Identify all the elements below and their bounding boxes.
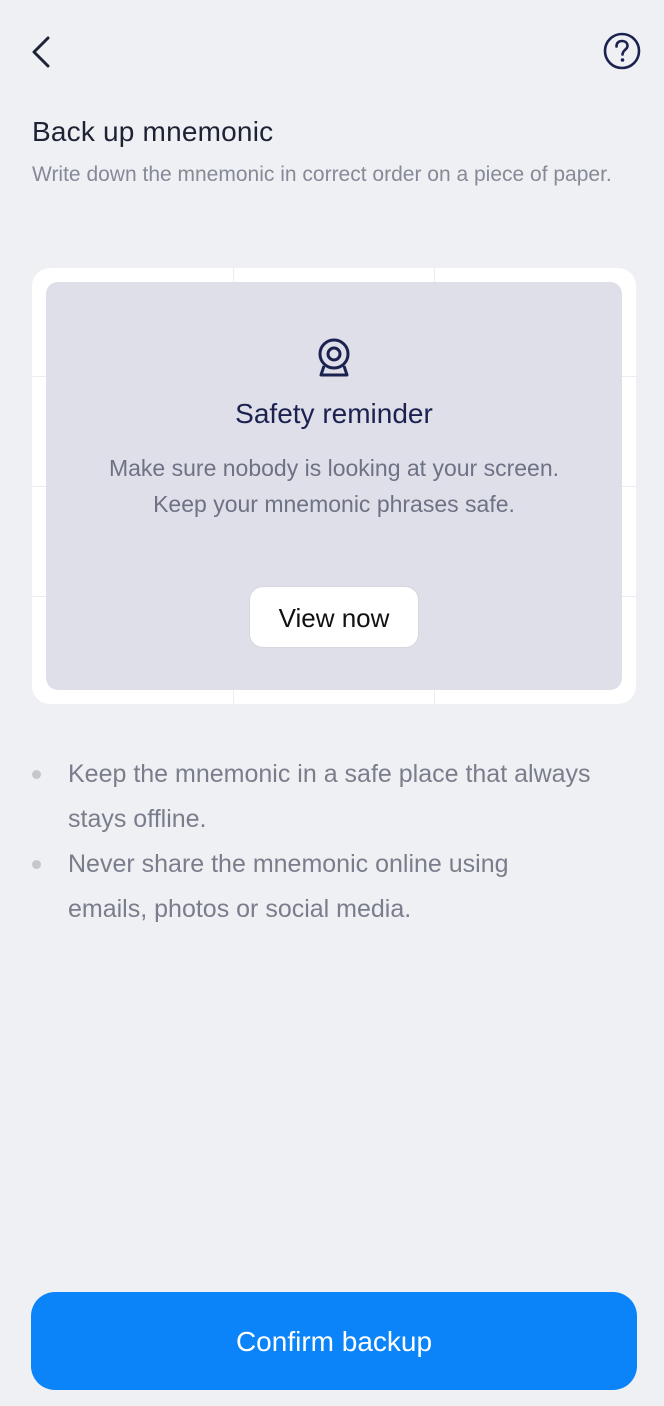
tip-item: Never share the mnemonic online using em… bbox=[32, 842, 592, 932]
tips-list: Keep the mnemonic in a safe place that a… bbox=[32, 752, 592, 932]
view-now-button[interactable]: View now bbox=[249, 586, 419, 648]
webcam-icon bbox=[314, 336, 354, 380]
tip-text: Keep the mnemonic in a safe place that a… bbox=[68, 760, 591, 833]
mnemonic-card: Safety reminder Make sure nobody is look… bbox=[32, 268, 636, 704]
page-title: Back up mnemonic bbox=[32, 116, 274, 147]
chevron-left-icon bbox=[32, 36, 50, 68]
back-button[interactable] bbox=[22, 28, 62, 76]
safety-reminder-title: Safety reminder bbox=[235, 398, 433, 429]
bullet-icon bbox=[32, 860, 41, 869]
help-button[interactable] bbox=[602, 31, 642, 71]
page-subtitle: Write down the mnemonic in correct order… bbox=[32, 163, 612, 186]
confirm-backup-button[interactable]: Confirm backup bbox=[31, 1292, 637, 1390]
safety-reminder-overlay: Safety reminder Make sure nobody is look… bbox=[46, 282, 622, 690]
top-bar bbox=[0, 0, 664, 100]
bullet-icon bbox=[32, 770, 41, 779]
tip-item: Keep the mnemonic in a safe place that a… bbox=[32, 752, 592, 842]
question-circle-icon bbox=[603, 32, 641, 70]
safety-reminder-message: Make sure nobody is looking at your scre… bbox=[108, 455, 560, 517]
tip-text: Never share the mnemonic online using em… bbox=[68, 850, 509, 923]
